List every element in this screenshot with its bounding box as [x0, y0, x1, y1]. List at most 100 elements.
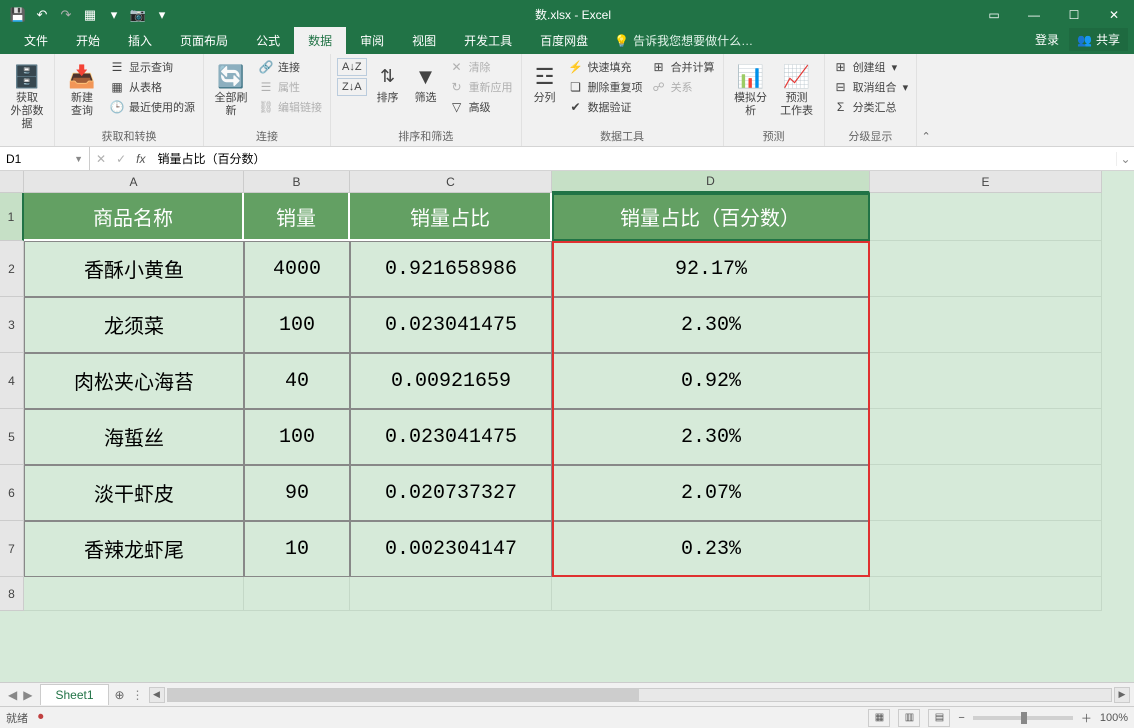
tab-view[interactable]: 视图 [398, 27, 450, 54]
cell-b4[interactable]: 40 [244, 353, 350, 409]
name-box-dropdown-icon[interactable]: ▼ [74, 154, 83, 164]
cell-c4[interactable]: 0.00921659 [350, 353, 552, 409]
new-query-button[interactable]: 📥 新建 查询 [61, 58, 103, 118]
cell-a6[interactable]: 淡干虾皮 [24, 465, 244, 521]
cell-e6[interactable] [870, 465, 1102, 521]
cell-b5[interactable]: 100 [244, 409, 350, 465]
tab-home[interactable]: 开始 [62, 27, 114, 54]
tab-layout[interactable]: 页面布局 [166, 27, 242, 54]
subtotal-button[interactable]: Σ分类汇总 [831, 98, 911, 116]
tab-review[interactable]: 审阅 [346, 27, 398, 54]
tab-file[interactable]: 文件 [10, 27, 62, 54]
cell-b3[interactable]: 100 [244, 297, 350, 353]
zoom-thumb[interactable] [1021, 712, 1027, 724]
cell-e3[interactable] [870, 297, 1102, 353]
data-validation-button[interactable]: ✔数据验证 [566, 98, 645, 116]
zoom-in-icon[interactable]: ＋ [1081, 710, 1092, 726]
cell-c3[interactable]: 0.023041475 [350, 297, 552, 353]
cell-e1[interactable] [870, 193, 1102, 241]
cell-e2[interactable] [870, 241, 1102, 297]
consolidate-button[interactable]: ⊞合并计算 [649, 58, 717, 76]
cell-a2[interactable]: 香酥小黄鱼 [24, 241, 244, 297]
qat-dropdown2-icon[interactable]: ▾ [152, 5, 172, 25]
row-header-6[interactable]: 6 [0, 465, 24, 521]
cell-d6[interactable]: 2.07% [552, 465, 870, 521]
cancel-formula-icon[interactable]: ✕ [96, 152, 106, 166]
tab-developer[interactable]: 开发工具 [450, 27, 526, 54]
cell-c6[interactable]: 0.020737327 [350, 465, 552, 521]
filter-button[interactable]: ▼ 筛选 [409, 58, 443, 105]
scroll-left-icon[interactable]: ◀ [149, 687, 165, 703]
col-header-b[interactable]: B [244, 171, 350, 193]
cell-d3[interactable]: 2.30% [552, 297, 870, 353]
sort-asc-button[interactable]: A↓Z [337, 58, 367, 76]
advanced-filter-button[interactable]: ▽高级 [447, 98, 515, 116]
cell-c8[interactable] [350, 577, 552, 611]
edit-links-button[interactable]: ⛓编辑链接 [256, 98, 324, 116]
cells-area[interactable]: 商品名称 销量 销量占比 销量占比（百分数） 香酥小黄鱼40000.921658… [24, 193, 1102, 682]
new-icon[interactable]: ▦ [80, 5, 100, 25]
undo-icon[interactable]: ↶ [32, 5, 52, 25]
refresh-all-button[interactable]: 🔄 全部刷新 [210, 58, 252, 118]
view-normal-icon[interactable]: ▦ [868, 709, 890, 727]
connections-button[interactable]: 🔗连接 [256, 58, 324, 76]
show-queries-button[interactable]: ☰显示查询 [107, 58, 197, 76]
tell-me[interactable]: 💡 告诉我您想要做什么… [614, 32, 753, 54]
cell-c1[interactable]: 销量占比 [350, 193, 552, 241]
cell-d7[interactable]: 0.23% [552, 521, 870, 577]
ribbon-options-icon[interactable]: ▭ [974, 0, 1014, 29]
scroll-right-icon[interactable]: ▶ [1114, 687, 1130, 703]
row-header-1[interactable]: 1 [0, 193, 24, 241]
reapply-button[interactable]: ↻重新应用 [447, 78, 515, 96]
col-header-a[interactable]: A [24, 171, 244, 193]
forecast-sheet-button[interactable]: 📈 预测 工作表 [776, 58, 818, 118]
sheet-tab-divider[interactable]: ⋮ [131, 688, 145, 702]
sheet-nav-next-icon[interactable]: ▶ [23, 688, 32, 702]
cell-c5[interactable]: 0.023041475 [350, 409, 552, 465]
redo-icon[interactable]: ↷ [56, 5, 76, 25]
row-header-7[interactable]: 7 [0, 521, 24, 577]
view-page-layout-icon[interactable]: ▥ [898, 709, 920, 727]
qat-dropdown-icon[interactable]: ▾ [104, 5, 124, 25]
tab-data[interactable]: 数据 [294, 27, 346, 54]
sheet-tab[interactable]: Sheet1 [40, 684, 108, 705]
relationships-button[interactable]: ☍关系 [649, 78, 717, 96]
row-header-4[interactable]: 4 [0, 353, 24, 409]
enter-formula-icon[interactable]: ✓ [116, 152, 126, 166]
cell-a7[interactable]: 香辣龙虾尾 [24, 521, 244, 577]
cell-e8[interactable] [870, 577, 1102, 611]
zoom-out-icon[interactable]: − [958, 712, 964, 724]
remove-duplicates-button[interactable]: ❏删除重复项 [566, 78, 645, 96]
row-header-2[interactable]: 2 [0, 241, 24, 297]
properties-button[interactable]: ☰属性 [256, 78, 324, 96]
cell-d4[interactable]: 0.92% [552, 353, 870, 409]
cell-b6[interactable]: 90 [244, 465, 350, 521]
col-header-d[interactable]: D [552, 171, 870, 193]
add-sheet-button[interactable]: ⊕ [109, 688, 131, 702]
row-header-3[interactable]: 3 [0, 297, 24, 353]
group-create-button[interactable]: ⊞创建组▾ [831, 58, 911, 76]
cell-a5[interactable]: 海蜇丝 [24, 409, 244, 465]
tab-formulas[interactable]: 公式 [242, 27, 294, 54]
get-external-data-button[interactable]: 🗄️ 获取 外部数据 [6, 58, 48, 131]
cell-c7[interactable]: 0.002304147 [350, 521, 552, 577]
share-button[interactable]: 👥 共享 [1069, 28, 1128, 51]
cell-b2[interactable]: 4000 [244, 241, 350, 297]
cell-a8[interactable] [24, 577, 244, 611]
sort-button[interactable]: ⇅ 排序 [371, 58, 405, 105]
zoom-slider[interactable] [973, 716, 1073, 720]
hscroll-thumb[interactable] [168, 689, 640, 701]
cell-d2[interactable]: 92.17% [552, 241, 870, 297]
cell-b7[interactable]: 10 [244, 521, 350, 577]
cell-a4[interactable]: 肉松夹心海苔 [24, 353, 244, 409]
from-table-button[interactable]: ▦从表格 [107, 78, 197, 96]
save-icon[interactable]: 💾 [8, 5, 28, 25]
close-icon[interactable]: ✕ [1094, 0, 1134, 29]
collapse-ribbon-icon[interactable]: ⌃ [917, 54, 935, 146]
macro-record-icon[interactable]: ⏺ [38, 711, 44, 724]
tab-insert[interactable]: 插入 [114, 27, 166, 54]
what-if-button[interactable]: 📊 模拟分析 [730, 58, 772, 118]
cell-d8[interactable] [552, 577, 870, 611]
zoom-level[interactable]: 100% [1100, 712, 1128, 724]
camera-icon[interactable]: 📷 [128, 5, 148, 25]
